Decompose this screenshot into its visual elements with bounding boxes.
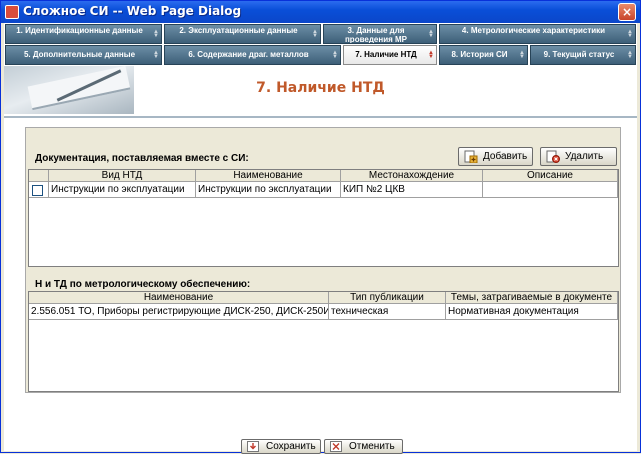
page-title: 7. Наличие НТД (256, 80, 385, 96)
tab-scroll-icon: ▲ ▼ (428, 50, 434, 60)
title-bar[interactable]: Сложное СИ -- Web Page Dialog × (1, 1, 640, 23)
tab-precious-metals[interactable]: 6. Содержание драг. металлов ▲ ▼ (164, 45, 341, 65)
add-button-label: Добавить (483, 151, 528, 162)
row-checkbox[interactable] (32, 185, 43, 196)
tab-label: 8. История СИ (451, 50, 508, 59)
delete-document-icon (546, 150, 560, 163)
ntd-panel: Документация, поставляемая вместе с СИ: … (25, 127, 621, 393)
table-cell: Инструкции по эксплуатации (49, 182, 196, 198)
header-divider (4, 116, 637, 118)
page-header: 7. Наличие НТД (4, 66, 637, 114)
column-header: Местонахождение (341, 170, 483, 182)
tab-identification[interactable]: 1. Идентификационные данные ▲ ▼ (5, 24, 162, 44)
column-header: Описание (483, 170, 618, 182)
save-button[interactable]: Сохранить (241, 439, 321, 454)
save-button-label: Сохранить (266, 441, 316, 452)
tab-label: 3. Данные для проведения МР (344, 26, 408, 44)
table-cell: Инструкции по эксплуатации (196, 182, 341, 198)
tab-mr-data[interactable]: 3. Данные для проведения МР ▲ ▼ (323, 24, 437, 44)
dialog-content: 1. Идентификационные данные ▲ ▼ 2. Эксплу… (4, 23, 637, 454)
column-header: Наименование (196, 170, 341, 182)
table-cell: Нормативная документация (446, 304, 618, 320)
tab-current-status[interactable]: 9. Текущий статус ▲ ▼ (530, 45, 636, 65)
close-button[interactable]: × (618, 3, 636, 21)
table-cell: техническая (329, 304, 446, 320)
tab-scroll-icon: ▲ ▼ (153, 29, 159, 39)
table-cell: 2.556.051 ТО, Приборы регистрирующие ДИС… (29, 304, 329, 320)
delete-button-label: Удалить (565, 151, 604, 162)
table-cell (483, 182, 618, 198)
save-icon (247, 441, 259, 452)
tab-additional[interactable]: 5. Дополнительные данные ▲ ▼ (5, 45, 162, 65)
tab-label: 4. Метрологические характеристики (461, 26, 606, 35)
cancel-button-label: Отменить (349, 441, 395, 452)
app-icon (5, 5, 19, 19)
cancel-icon (330, 441, 342, 452)
tab-metrology-characteristics[interactable]: 4. Метрологические характеристики ▲ ▼ (439, 24, 636, 44)
tab-scroll-icon: ▲ ▼ (627, 50, 633, 60)
select-column-header (29, 170, 49, 182)
row-select-cell (29, 182, 49, 198)
tab-label: 5. Дополнительные данные (23, 50, 136, 59)
documentation-table: Вид НТД Наименование Местонахождение Опи… (28, 169, 619, 267)
tab-label: 6. Содержание драг. металлов (188, 50, 309, 59)
tab-ntd[interactable]: 7. Наличие НТД ▲ ▼ (343, 45, 437, 65)
tab-scroll-icon: ▲ ▼ (312, 29, 318, 39)
metrology-section-label: Н и ТД по метрологическому обеспечению: (35, 279, 251, 290)
tab-label: 9. Текущий статус (543, 50, 615, 59)
delete-button[interactable]: Удалить (540, 147, 617, 166)
column-header: Наименование (29, 292, 329, 304)
documentation-section-label: Документация, поставляемая вместе с СИ: (35, 153, 249, 164)
tab-scroll-icon: ▲ ▼ (428, 29, 434, 39)
tab-scroll-icon: ▲ ▼ (627, 29, 633, 39)
tab-scroll-icon: ▲ ▼ (519, 50, 525, 60)
column-header: Темы, затрагиваемые в документе (446, 292, 618, 304)
tab-history[interactable]: 8. История СИ ▲ ▼ (439, 45, 528, 65)
add-button[interactable]: Добавить (458, 147, 533, 166)
tab-label: 1. Идентификационные данные (16, 26, 143, 35)
dialog-window: Сложное СИ -- Web Page Dialog × 1. Идент… (0, 0, 641, 454)
metrology-table: Наименование Тип публикации Темы, затраг… (28, 291, 619, 392)
table-cell: КИП №2 ЦКВ (341, 182, 483, 198)
tab-operational[interactable]: 2. Эксплуатационные данные ▲ ▼ (164, 24, 321, 44)
tab-label: 2. Эксплуатационные данные (179, 26, 298, 35)
column-header: Тип публикации (329, 292, 446, 304)
column-header: Вид НТД (49, 170, 196, 182)
tab-scroll-icon: ▲ ▼ (153, 50, 159, 60)
window-title: Сложное СИ -- Web Page Dialog (23, 4, 242, 18)
tab-scroll-icon: ▲ ▼ (332, 50, 338, 60)
tab-label: 7. Наличие НТД (355, 50, 417, 59)
add-document-icon (464, 150, 478, 163)
cancel-button[interactable]: Отменить (324, 439, 403, 454)
